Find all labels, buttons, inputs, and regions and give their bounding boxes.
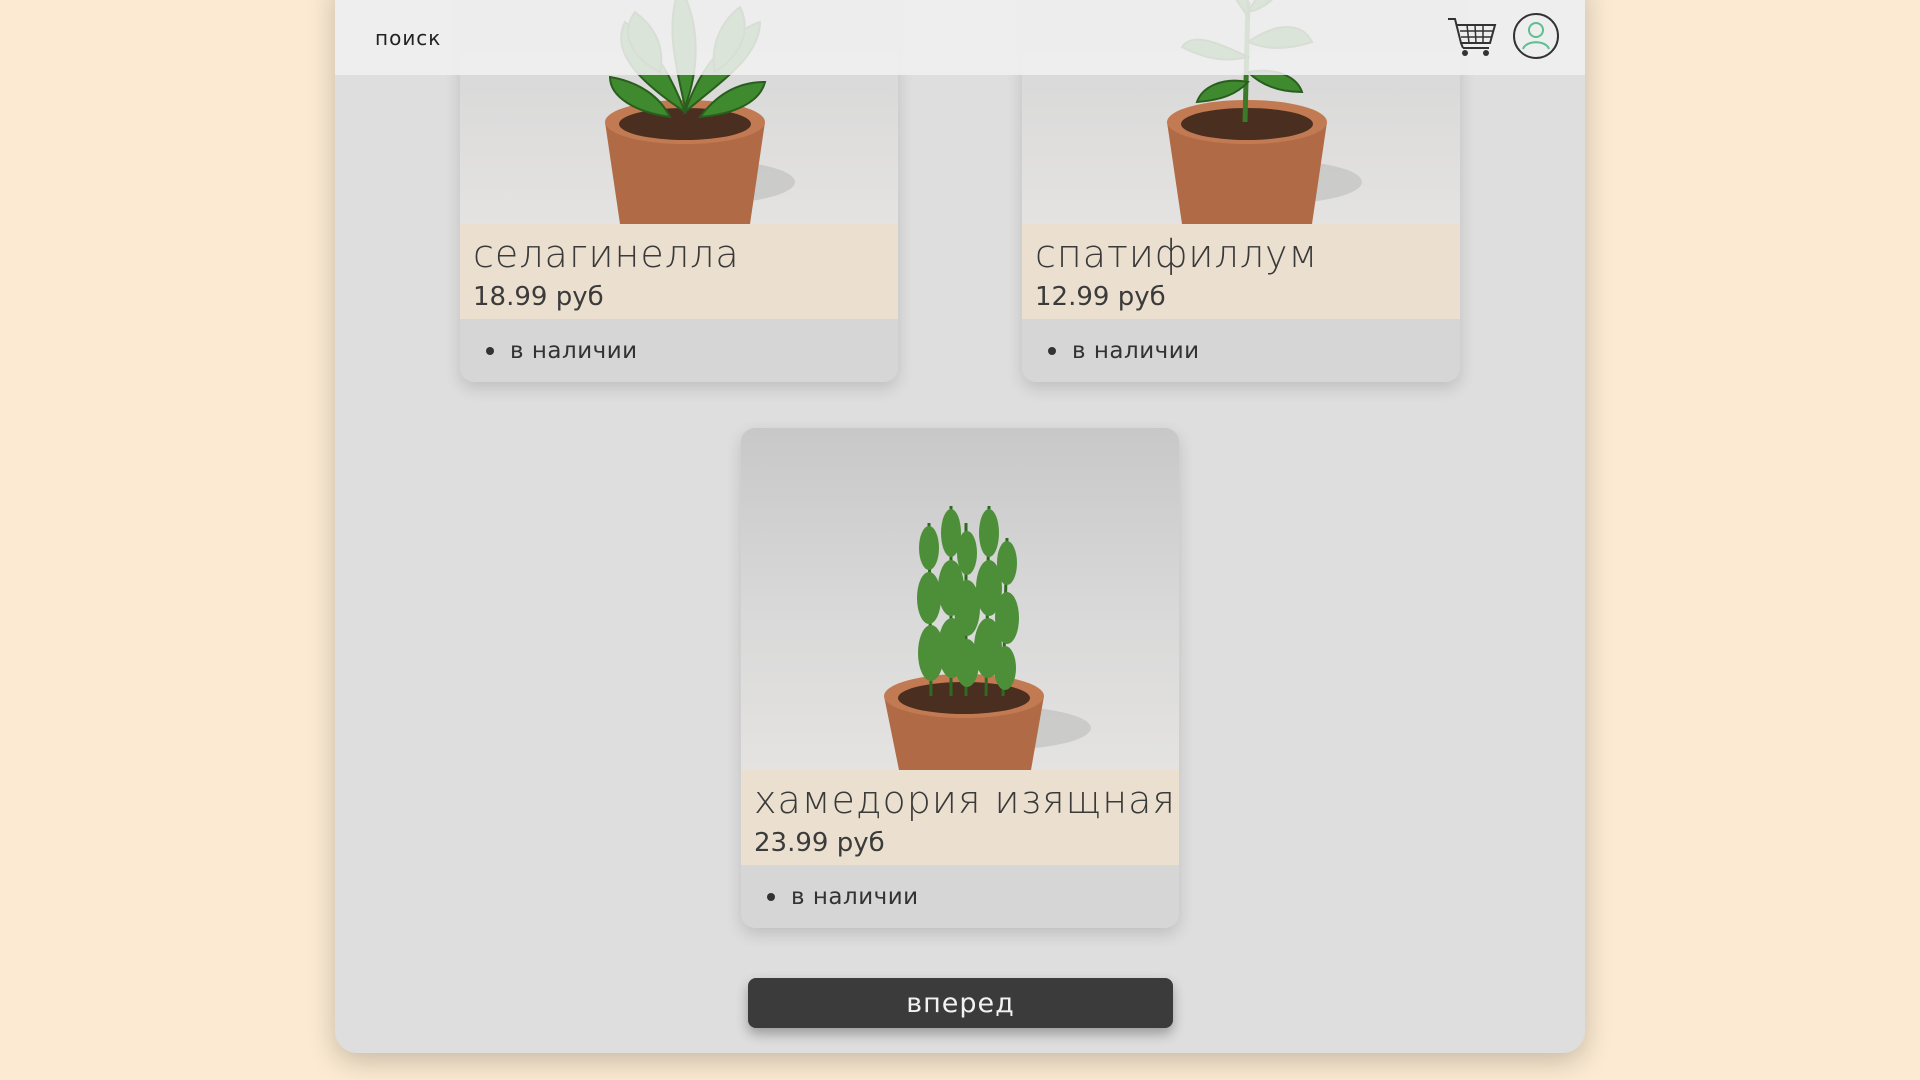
availability-status: в наличии <box>741 865 1179 928</box>
availability-status: в наличии <box>460 319 898 382</box>
availability-label: в наличии <box>1072 337 1200 364</box>
next-page-button[interactable]: вперед <box>748 978 1173 1028</box>
product-price: 18.99 руб <box>473 282 604 312</box>
bullet-icon <box>486 346 494 355</box>
availability-label: в наличии <box>791 883 919 910</box>
product-card[interactable]: хамедория изящная 23.99 руб в наличии <box>741 428 1179 928</box>
availability-status: в наличии <box>1022 319 1460 382</box>
bullet-icon <box>767 892 775 901</box>
search-link[interactable]: поиск <box>375 26 441 50</box>
cart-icon[interactable] <box>1446 15 1498 61</box>
user-profile-icon[interactable] <box>1512 12 1560 64</box>
catalog-panel: селагинелла 18.99 руб в наличии спатифил… <box>335 0 1585 1053</box>
availability-label: в наличии <box>510 337 638 364</box>
product-image <box>741 428 1179 770</box>
product-price: 23.99 руб <box>754 828 885 858</box>
product-name[interactable]: спатифиллум <box>1035 232 1447 276</box>
product-price: 12.99 руб <box>1035 282 1166 312</box>
top-header: поиск <box>335 0 1585 75</box>
product-name[interactable]: хамедория изящная <box>754 778 1175 822</box>
header-actions <box>1446 12 1560 64</box>
product-name[interactable]: селагинелла <box>473 232 885 276</box>
bullet-icon <box>1048 346 1056 355</box>
